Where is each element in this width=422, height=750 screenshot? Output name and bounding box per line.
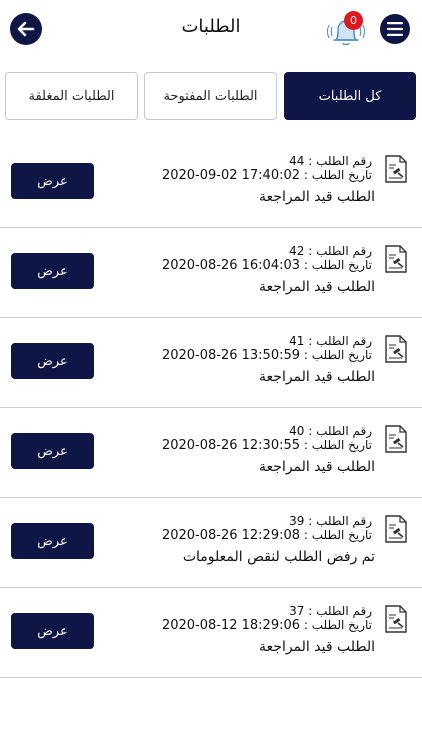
request-status: الطلب قيد المراجعة [259,459,375,475]
request-date-label: تاريخ الطلب : [303,258,372,272]
list-item: رقم الطلب : 39 تاريخ الطلب : 2020-08-26 … [0,498,422,588]
view-button[interactable]: عرض [11,343,94,379]
tab-all-requests[interactable]: كل الطلبات [284,72,416,120]
view-button[interactable]: عرض [11,523,94,559]
requests-list: رقم الطلب : 44 تاريخ الطلب : 2020-09-02 … [0,138,422,678]
request-date: تاريخ الطلب : 2020-08-26 12:30:55 [162,438,372,453]
request-number-value: 41 [289,334,305,348]
request-number-value: 40 [289,424,305,438]
header-bar: الطلبات 0 [0,0,422,60]
request-number-label: رقم الطلب : [308,334,372,348]
request-number: رقم الطلب : 41 [289,334,372,348]
request-number-label: رقم الطلب : [308,154,372,168]
hamburger-icon [387,22,403,36]
request-status: الطلب قيد المراجعة [259,369,375,385]
document-gavel-icon [385,245,407,273]
request-number-label: رقم الطلب : [308,244,372,258]
tab-open-requests[interactable]: الطلبات المفتوحة [144,72,277,120]
request-number-label: رقم الطلب : [308,514,372,528]
request-date-label: تاريخ الطلب : [303,168,372,182]
request-date-label: تاريخ الطلب : [303,348,372,362]
request-number-value: 37 [289,604,305,618]
document-gavel-icon [385,155,407,183]
list-item: رقم الطلب : 37 تاريخ الطلب : 2020-08-12 … [0,588,422,678]
view-button[interactable]: عرض [11,163,94,199]
request-date-value: 2020-08-26 16:04:03 [161,258,301,273]
request-number-value: 44 [289,154,305,168]
request-status: تم رفض الطلب لنقص المعلومات [182,549,375,565]
list-item: رقم الطلب : 40 تاريخ الطلب : 2020-08-26 … [0,408,422,498]
request-date-value: 2020-08-26 12:29:08 [161,528,301,543]
request-status: الطلب قيد المراجعة [259,639,375,655]
request-number-value: 39 [289,514,305,528]
request-number: رقم الطلب : 39 [289,514,372,528]
view-button[interactable]: عرض [11,253,94,289]
tab-closed-requests[interactable]: الطلبات المغلقة [5,72,138,120]
request-date-value: 2020-09-02 17:40:02 [161,168,301,183]
request-date-label: تاريخ الطلب : [303,618,372,632]
request-date: تاريخ الطلب : 2020-08-26 13:50:59 [162,348,372,363]
list-item: رقم الطلب : 42 تاريخ الطلب : 2020-08-26 … [0,228,422,318]
request-date-value: 2020-08-12 18:29:06 [161,618,301,633]
document-gavel-icon [385,425,407,453]
request-date-value: 2020-08-26 12:30:55 [161,438,301,453]
request-number: رقم الطلب : 37 [289,604,372,618]
request-number: رقم الطلب : 40 [289,424,372,438]
document-gavel-icon [385,335,407,363]
request-number-label: رقم الطلب : [308,604,372,618]
request-date: تاريخ الطلب : 2020-09-02 17:40:02 [162,168,372,183]
request-date-label: تاريخ الطلب : [303,528,372,542]
document-gavel-icon [385,515,407,543]
list-item: رقم الطلب : 41 تاريخ الطلب : 2020-08-26 … [0,318,422,408]
list-item: رقم الطلب : 44 تاريخ الطلب : 2020-09-02 … [0,138,422,228]
view-button[interactable]: عرض [11,613,94,649]
request-number: رقم الطلب : 42 [289,244,372,258]
request-date: تاريخ الطلب : 2020-08-12 18:29:06 [162,618,372,633]
request-status: الطلب قيد المراجعة [259,189,375,205]
request-date: تاريخ الطلب : 2020-08-26 16:04:03 [162,258,372,273]
request-number: رقم الطلب : 44 [289,154,372,168]
request-number-label: رقم الطلب : [308,424,372,438]
request-date-value: 2020-08-26 13:50:59 [161,348,301,363]
request-date: تاريخ الطلب : 2020-08-26 12:29:08 [162,528,372,543]
filter-tabs: الطلبات المغلقة الطلبات المفتوحة كل الطل… [0,72,422,122]
document-gavel-icon [385,605,407,633]
view-button[interactable]: عرض [11,433,94,469]
request-status: الطلب قيد المراجعة [259,279,375,295]
menu-button[interactable] [380,14,410,44]
notification-badge: 0 [344,11,363,30]
request-number-value: 42 [289,244,305,258]
request-date-label: تاريخ الطلب : [303,438,372,452]
